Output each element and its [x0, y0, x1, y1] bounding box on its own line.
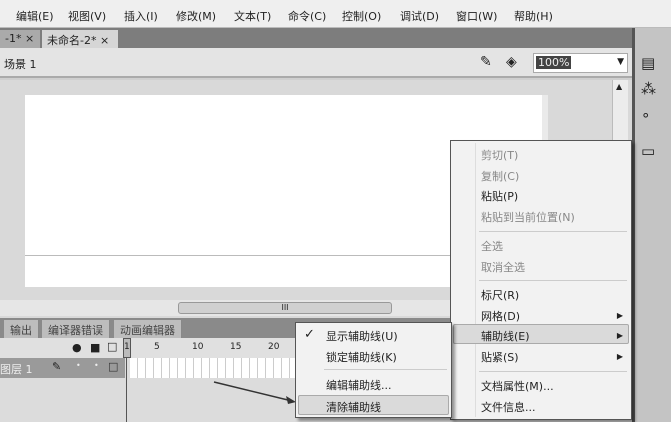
actions-icon[interactable]: ▤	[641, 54, 655, 72]
lock-icon[interactable]: ■	[90, 341, 100, 354]
menu-item-file-info[interactable]: 文件信息...	[481, 399, 536, 415]
menu-item-document-properties[interactable]: 文档属性(M)...	[481, 378, 554, 394]
scroll-up-icon[interactable]: ▲	[616, 82, 622, 91]
menu-view[interactable]: 视图(V)	[68, 8, 106, 24]
tab-label: 未命名-2*	[47, 34, 97, 47]
submenu-arrow-icon: ▶	[616, 352, 623, 361]
menu-text[interactable]: 文本(T)	[234, 8, 271, 24]
eye-icon[interactable]: ●	[72, 341, 82, 354]
menu-window[interactable]: 窗口(W)	[456, 8, 497, 24]
frame-strip[interactable]	[130, 358, 300, 378]
lock-dot[interactable]: •	[94, 361, 99, 370]
frame-number: 1	[124, 342, 130, 352]
edit-symbol-icon[interactable]: ◈	[506, 54, 517, 70]
menu-item-rulers[interactable]: 标尺(R)	[481, 287, 519, 303]
menu-item-edit-guides[interactable]: 编辑辅助线...	[326, 377, 392, 393]
frame-number: 10	[192, 342, 204, 352]
menu-item-paste[interactable]: 粘贴(P)	[481, 188, 518, 204]
playhead-line	[126, 358, 127, 422]
zoom-select[interactable]: 100% ▼	[533, 53, 628, 73]
checkmark-icon: ✓	[304, 327, 315, 342]
chevron-down-icon: ▼	[617, 57, 624, 67]
layer-name: 图层 1	[0, 363, 33, 376]
menu-item-clear-guides[interactable]: 清除辅助线	[326, 399, 381, 415]
menu-debug[interactable]: 调试(D)	[400, 8, 439, 24]
zoom-value: 100%	[536, 56, 572, 69]
layer-row[interactable]: 图层 1 ✎ • • □	[0, 358, 125, 378]
context-menu: 剪切(T) 复制(C) 粘贴(P) 粘贴到当前位置(N) 全选 取消全选 标尺(…	[450, 140, 632, 420]
menu-edit[interactable]: 编辑(E)	[16, 8, 54, 24]
menu-item-select-all[interactable]: 全选	[481, 238, 503, 254]
menu-item-show-guides[interactable]: 显示辅助线(U)	[326, 328, 398, 344]
menu-item-paste-in-place[interactable]: 粘贴到当前位置(N)	[481, 209, 575, 225]
guides-submenu: ✓ 显示辅助线(U) 锁定辅助线(K) 编辑辅助线... 清除辅助线	[295, 322, 452, 418]
submenu-arrow-icon: ▶	[616, 311, 623, 320]
library-icon[interactable]: ▭	[641, 142, 655, 160]
outline-icon[interactable]: □	[107, 340, 117, 353]
tab-doc-2[interactable]: 未命名-2* ×	[42, 30, 118, 48]
menu-insert[interactable]: 插入(I)	[124, 8, 158, 24]
menu-item-guides[interactable]: 辅助线(E)	[481, 328, 530, 344]
menu-modify[interactable]: 修改(M)	[176, 8, 216, 24]
close-icon[interactable]: ×	[25, 32, 34, 45]
motion-presets-icon[interactable]: ∘	[641, 106, 650, 124]
menu-item-deselect-all[interactable]: 取消全选	[481, 259, 525, 275]
menu-item-lock-guides[interactable]: 锁定辅助线(K)	[326, 349, 397, 365]
tab-compiler-errors[interactable]: 编译器错误	[42, 320, 110, 338]
document-tabs: -1* × 未命名-2* ×	[0, 28, 632, 48]
menu-item-copy[interactable]: 复制(C)	[481, 168, 519, 184]
tab-doc-1[interactable]: -1* ×	[0, 30, 40, 48]
components-icon[interactable]: ⁂	[641, 80, 656, 98]
menu-bar: 编辑(E) 视图(V) 插入(I) 修改(M) 文本(T) 命令(C) 控制(O…	[0, 0, 671, 28]
frame-number: 20	[268, 342, 280, 352]
menu-control[interactable]: 控制(O)	[342, 8, 381, 24]
close-icon[interactable]: ×	[100, 34, 109, 47]
highlight	[453, 324, 629, 344]
scene-label: 场景 1	[4, 58, 37, 71]
menu-help[interactable]: 帮助(H)	[514, 8, 553, 24]
scrollbar-thumb[interactable]: III	[178, 302, 392, 314]
tab-output[interactable]: 输出	[4, 320, 39, 338]
tab-label: -1*	[5, 32, 22, 45]
menu-item-cut[interactable]: 剪切(T)	[481, 147, 518, 163]
tab-motion-editor[interactable]: 动画编辑器	[114, 320, 182, 338]
frame-number: 5	[154, 342, 160, 352]
edit-scene-icon[interactable]: ✎	[480, 54, 492, 70]
menu-commands[interactable]: 命令(C)	[288, 8, 326, 24]
frame-number: 15	[230, 342, 242, 352]
menu-item-snapping[interactable]: 贴紧(S)	[481, 349, 519, 365]
visibility-dot[interactable]: •	[76, 361, 81, 370]
pencil-icon: ✎	[52, 360, 62, 373]
menu-item-grid[interactable]: 网格(D)	[481, 308, 520, 324]
arrow-annotation	[213, 381, 296, 404]
outline-toggle[interactable]: □	[108, 360, 118, 373]
scene-bar: 场景 1 ✎ ◈ 100% ▼	[0, 48, 632, 78]
submenu-arrow-icon: ▶	[616, 331, 623, 340]
right-panel: ▤ ⁂ ∘ ▭	[632, 28, 671, 422]
